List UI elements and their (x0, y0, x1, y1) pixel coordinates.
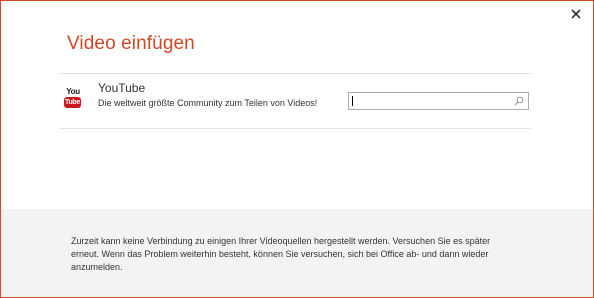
close-icon (571, 9, 581, 19)
source-name: YouTube (98, 81, 146, 95)
dialog-title: Video einfügen (67, 33, 195, 54)
youtube-icon: You Tube (64, 87, 82, 111)
youtube-icon-text-you: You (66, 87, 80, 96)
insert-video-dialog: Video einfügen You Tube YouTube Die welt… (0, 0, 594, 298)
connection-error-message: Zurzeit kann keine Verbindung zu einigen… (71, 236, 491, 272)
status-footer: Zurzeit kann keine Verbindung zu einigen… (1, 209, 593, 297)
search-icon[interactable] (514, 96, 524, 106)
youtube-search-field[interactable] (348, 92, 529, 110)
text-caret (352, 96, 353, 106)
close-button[interactable] (567, 5, 585, 23)
video-source-youtube: You Tube YouTube Die weltweit größte Com… (59, 74, 531, 128)
youtube-icon-text-tube: Tube (64, 97, 81, 108)
source-description: Die weltweit größte Community zum Teilen… (98, 98, 318, 108)
youtube-search-input[interactable] (351, 94, 511, 108)
divider (59, 128, 531, 129)
